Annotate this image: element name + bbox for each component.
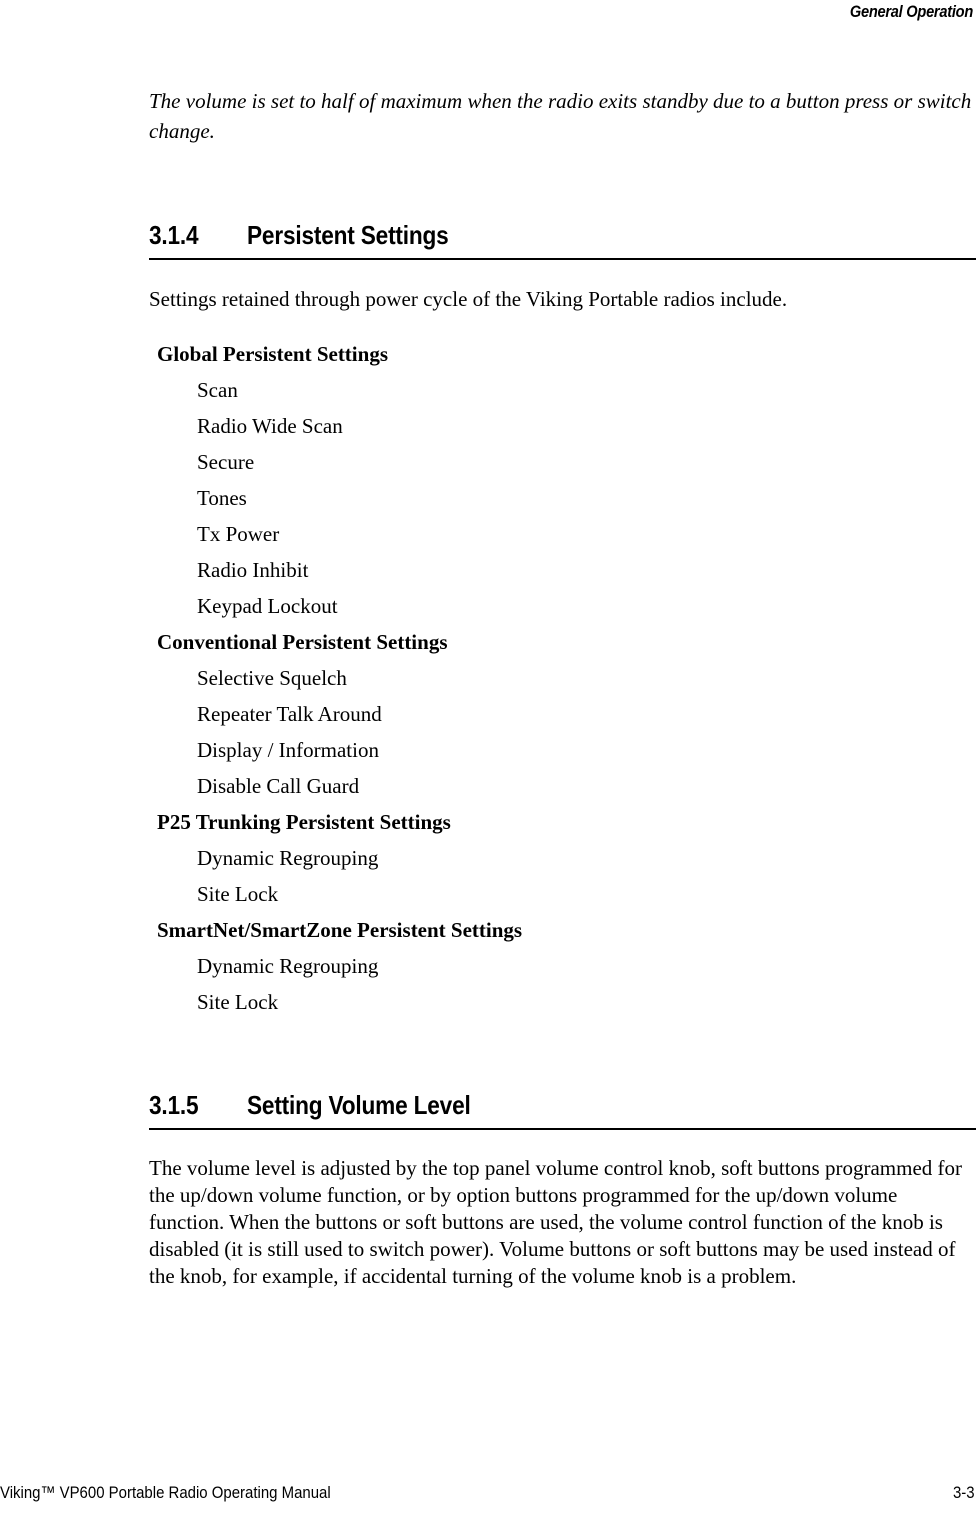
settings-group: Global Persistent Settings Scan Radio Wi… xyxy=(149,336,849,624)
settings-group-title: Conventional Persistent Settings xyxy=(157,630,448,654)
settings-group: P25 Trunking Persistent Settings Dynamic… xyxy=(149,804,849,912)
intro-note: The volume is set to half of maximum whe… xyxy=(149,89,972,143)
settings-item: Scan xyxy=(197,378,238,402)
section-title: Persistent Settings xyxy=(247,220,449,250)
section-title: Setting Volume Level xyxy=(247,1090,471,1120)
section-3-1-4: 3.1.4 Persistent Settings Settings retai… xyxy=(149,220,976,313)
settings-item: Dynamic Regrouping xyxy=(197,846,379,870)
section-number: 3.1.5 xyxy=(149,1090,199,1120)
settings-item: Disable Call Guard xyxy=(197,774,360,798)
settings-group: SmartNet/SmartZone Persistent Settings D… xyxy=(149,912,849,1020)
settings-group-title: Global Persistent Settings xyxy=(157,342,388,366)
settings-group: Conventional Persistent Settings Selecti… xyxy=(149,624,849,804)
settings-group-title: SmartNet/SmartZone Persistent Settings xyxy=(157,918,523,942)
section-lead-paragraph: Settings retained through power cycle of… xyxy=(149,287,788,311)
footer-page-number: 3-3 xyxy=(953,1483,975,1502)
section-3-1-5: 3.1.5 Setting Volume Level The volume le… xyxy=(149,1090,976,1290)
settings-item: Display / Information xyxy=(197,738,379,762)
settings-item: Site Lock xyxy=(197,990,279,1014)
settings-item: Keypad Lockout xyxy=(197,594,338,618)
settings-item: Tones xyxy=(197,486,247,510)
footer-manual-title: Viking™ VP600 Portable Radio Operating M… xyxy=(0,1483,331,1502)
settings-group-title: P25 Trunking Persistent Settings xyxy=(157,810,451,834)
section-body-paragraph: The volume level is adjusted by the top … xyxy=(149,1156,963,1288)
page-footer: Viking™ VP600 Portable Radio Operating M… xyxy=(0,1480,975,1506)
section-number: 3.1.4 xyxy=(149,220,199,250)
settings-item: Dynamic Regrouping xyxy=(197,954,379,978)
settings-item: Radio Inhibit xyxy=(197,558,309,582)
section-divider xyxy=(149,1128,976,1130)
settings-item: Tx Power xyxy=(197,522,280,546)
section-divider xyxy=(149,258,976,260)
settings-item: Site Lock xyxy=(197,882,279,906)
settings-item: Radio Wide Scan xyxy=(197,414,343,438)
running-header: General Operation xyxy=(849,2,973,21)
section-heading: 3.1.4 Persistent Settings xyxy=(149,220,976,256)
persistent-settings-list: Global Persistent Settings Scan Radio Wi… xyxy=(149,336,849,1020)
section-heading: 3.1.5 Setting Volume Level xyxy=(149,1090,976,1126)
settings-item: Selective Squelch xyxy=(197,666,347,690)
settings-item: Repeater Talk Around xyxy=(197,702,382,726)
settings-item: Secure xyxy=(197,450,255,474)
